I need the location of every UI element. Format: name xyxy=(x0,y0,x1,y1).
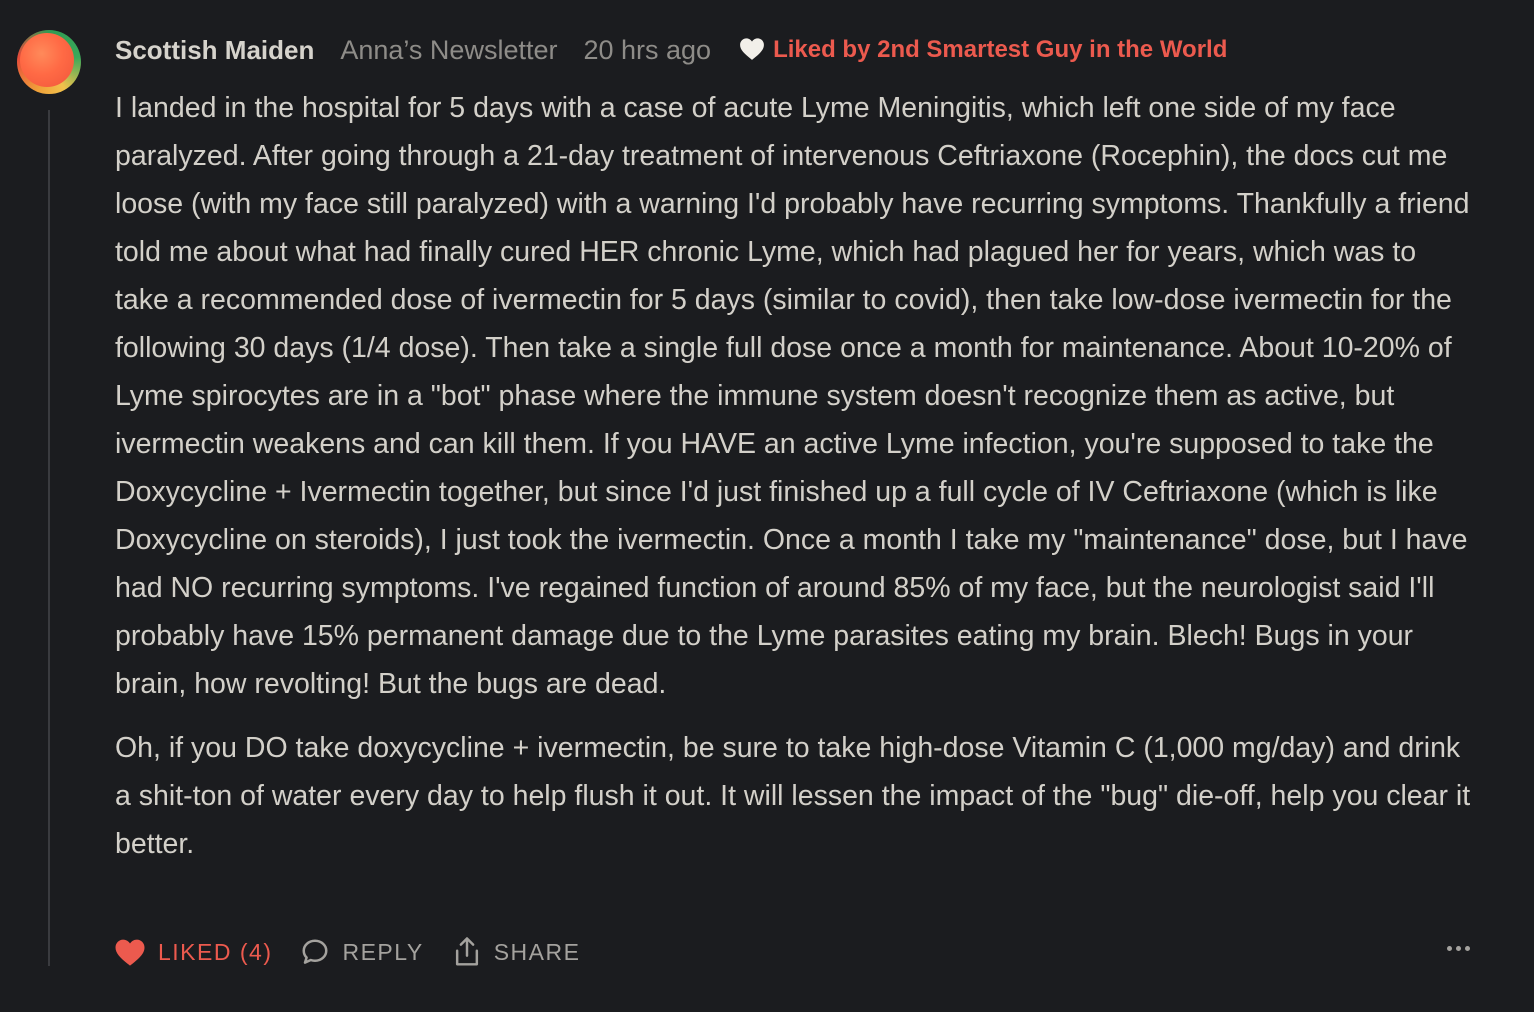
author-name[interactable]: Scottish Maiden xyxy=(115,35,314,66)
comment-actions: LIKED (4) REPLY SHARE xyxy=(114,930,580,974)
share-icon xyxy=(455,937,478,966)
speech-bubble-icon xyxy=(302,939,328,964)
share-label: SHARE xyxy=(493,938,581,965)
avatar[interactable] xyxy=(17,30,81,94)
thread-line xyxy=(48,110,50,966)
ellipsis-icon-dot xyxy=(1456,946,1461,951)
comment-paragraph: I landed in the hospital for 5 days with… xyxy=(115,92,1470,700)
comment-header: Scottish Maiden Anna’s Newsletter 20 hrs… xyxy=(115,28,1227,72)
comment-paragraph: Oh, if you DO take doxycycline + ivermec… xyxy=(115,732,1471,860)
reply-button[interactable]: REPLY xyxy=(300,937,423,967)
liked-by-badge: Liked by 2nd Smartest Guy in the World xyxy=(739,36,1227,64)
heart-icon xyxy=(740,38,764,60)
heart-filled-icon xyxy=(115,939,145,966)
reply-label: REPLY xyxy=(342,938,424,965)
share-button[interactable]: SHARE xyxy=(452,936,581,968)
liked-by-text: Liked by 2nd Smartest Guy in the World xyxy=(773,36,1228,63)
like-button[interactable]: LIKED (4) xyxy=(114,938,272,967)
comment-timestamp[interactable]: 20 hrs ago xyxy=(583,35,711,66)
more-options-button[interactable] xyxy=(1445,940,1472,957)
like-label: LIKED (4) xyxy=(158,938,273,965)
comment-body: I landed in the hospital for 5 days with… xyxy=(115,84,1477,868)
publication-name[interactable]: Anna’s Newsletter xyxy=(340,35,557,66)
ellipsis-icon-dot xyxy=(1465,946,1470,951)
ellipsis-icon-dot xyxy=(1447,946,1452,951)
